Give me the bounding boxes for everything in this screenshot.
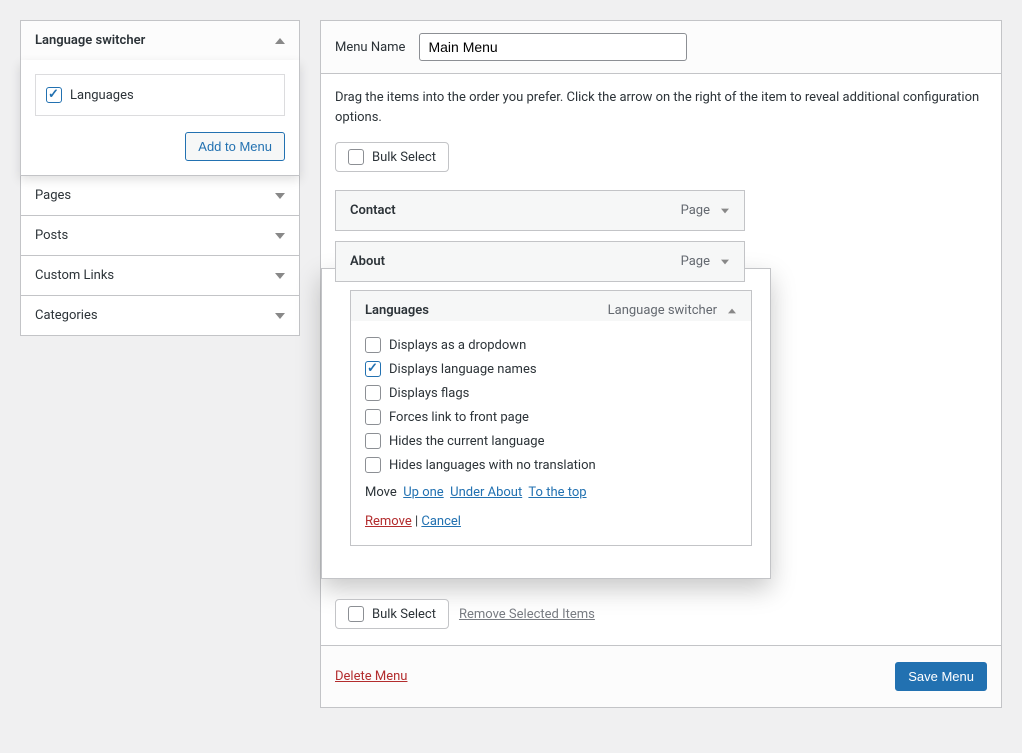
accordion-label: Language switcher	[35, 33, 145, 48]
option-flags-checkbox[interactable]	[365, 385, 381, 401]
option-label: Hides languages with no translation	[389, 458, 596, 473]
option-label: Forces link to front page	[389, 410, 529, 425]
chevron-down-icon	[275, 273, 285, 279]
chevron-up-icon	[275, 38, 285, 44]
menu-name-label: Menu Name	[335, 40, 405, 55]
move-row: Move Up one Under About To the top	[365, 485, 737, 500]
option-front-checkbox[interactable]	[365, 409, 381, 425]
move-label: Move	[365, 485, 397, 500]
option-label: Hides the current language	[389, 434, 544, 449]
option-hide-current-checkbox[interactable]	[365, 433, 381, 449]
menu-name-input[interactable]	[419, 33, 687, 61]
chevron-up-icon[interactable]	[728, 308, 736, 313]
save-menu-button[interactable]: Save Menu	[895, 662, 987, 691]
accordion-label: Custom Links	[35, 268, 114, 283]
bulk-select-label: Bulk Select	[372, 607, 436, 622]
remove-link[interactable]: Remove	[365, 514, 412, 529]
bulk-select-checkbox[interactable]	[348, 149, 364, 165]
remove-cancel-row: Remove | Cancel	[365, 514, 737, 529]
menu-item-about[interactable]: About Page	[335, 241, 745, 282]
option-label: Displays as a dropdown	[389, 338, 526, 353]
sidebar: Language switcher Languages Add to Menu …	[20, 20, 300, 708]
delete-menu-link[interactable]: Delete Menu	[335, 669, 407, 684]
languages-checkbox[interactable]	[46, 87, 62, 103]
bulk-select-top[interactable]: Bulk Select	[335, 142, 449, 172]
menu-item-title: Languages	[365, 303, 429, 318]
languages-checkbox-label: Languages	[70, 88, 134, 103]
menu-item-type: Language switcher	[608, 303, 717, 318]
accordion-categories[interactable]: Categories	[20, 296, 300, 336]
bulk-select-bottom[interactable]: Bulk Select	[335, 599, 449, 629]
accordion-posts[interactable]: Posts	[20, 216, 300, 256]
accordion-label: Categories	[35, 308, 98, 323]
cancel-link[interactable]: Cancel	[421, 514, 461, 529]
option-label: Displays language names	[389, 362, 537, 377]
bulk-select-label: Bulk Select	[372, 150, 436, 165]
remove-selected-link[interactable]: Remove Selected Items	[459, 607, 595, 622]
chevron-down-icon[interactable]	[721, 259, 729, 264]
menu-item-title: About	[350, 254, 385, 269]
languages-options-card: Displays as a dropdown Displays language…	[350, 321, 752, 546]
add-to-menu-button[interactable]: Add to Menu	[185, 132, 285, 161]
menu-name-row: Menu Name	[321, 21, 1001, 74]
option-names-checkbox[interactable]	[365, 361, 381, 377]
move-under-link[interactable]: Under About	[450, 485, 522, 500]
menu-item-type: Page	[681, 203, 710, 218]
languages-checkbox-row: Languages	[35, 74, 285, 116]
menu-item-type: Page	[681, 254, 710, 269]
language-switcher-panel: Languages Add to Menu	[20, 60, 300, 176]
accordion-pages[interactable]: Pages	[20, 176, 300, 216]
menu-editor: Menu Name Drag the items into the order …	[320, 20, 1002, 708]
bulk-select-checkbox-bottom[interactable]	[348, 606, 364, 622]
option-label: Displays flags	[389, 386, 469, 401]
option-dropdown-checkbox[interactable]	[365, 337, 381, 353]
move-top-link[interactable]: To the top	[528, 485, 586, 500]
chevron-down-icon	[275, 233, 285, 239]
chevron-down-icon[interactable]	[721, 208, 729, 213]
chevron-down-icon	[275, 193, 285, 199]
menu-footer: Delete Menu Save Menu	[321, 645, 1001, 707]
accordion-label: Posts	[35, 228, 68, 243]
chevron-down-icon	[275, 313, 285, 319]
menu-item-title: Contact	[350, 203, 396, 218]
help-text: Drag the items into the order you prefer…	[335, 88, 987, 128]
menu-item-contact[interactable]: Contact Page	[335, 190, 745, 231]
accordion-label: Pages	[35, 188, 71, 203]
accordion-custom-links[interactable]: Custom Links	[20, 256, 300, 296]
accordion-language-switcher[interactable]: Language switcher	[20, 20, 300, 61]
move-up-link[interactable]: Up one	[403, 485, 443, 500]
option-hide-untranslated-checkbox[interactable]	[365, 457, 381, 473]
languages-expanded-panel: Languages Language switcher Displays as …	[321, 268, 771, 579]
